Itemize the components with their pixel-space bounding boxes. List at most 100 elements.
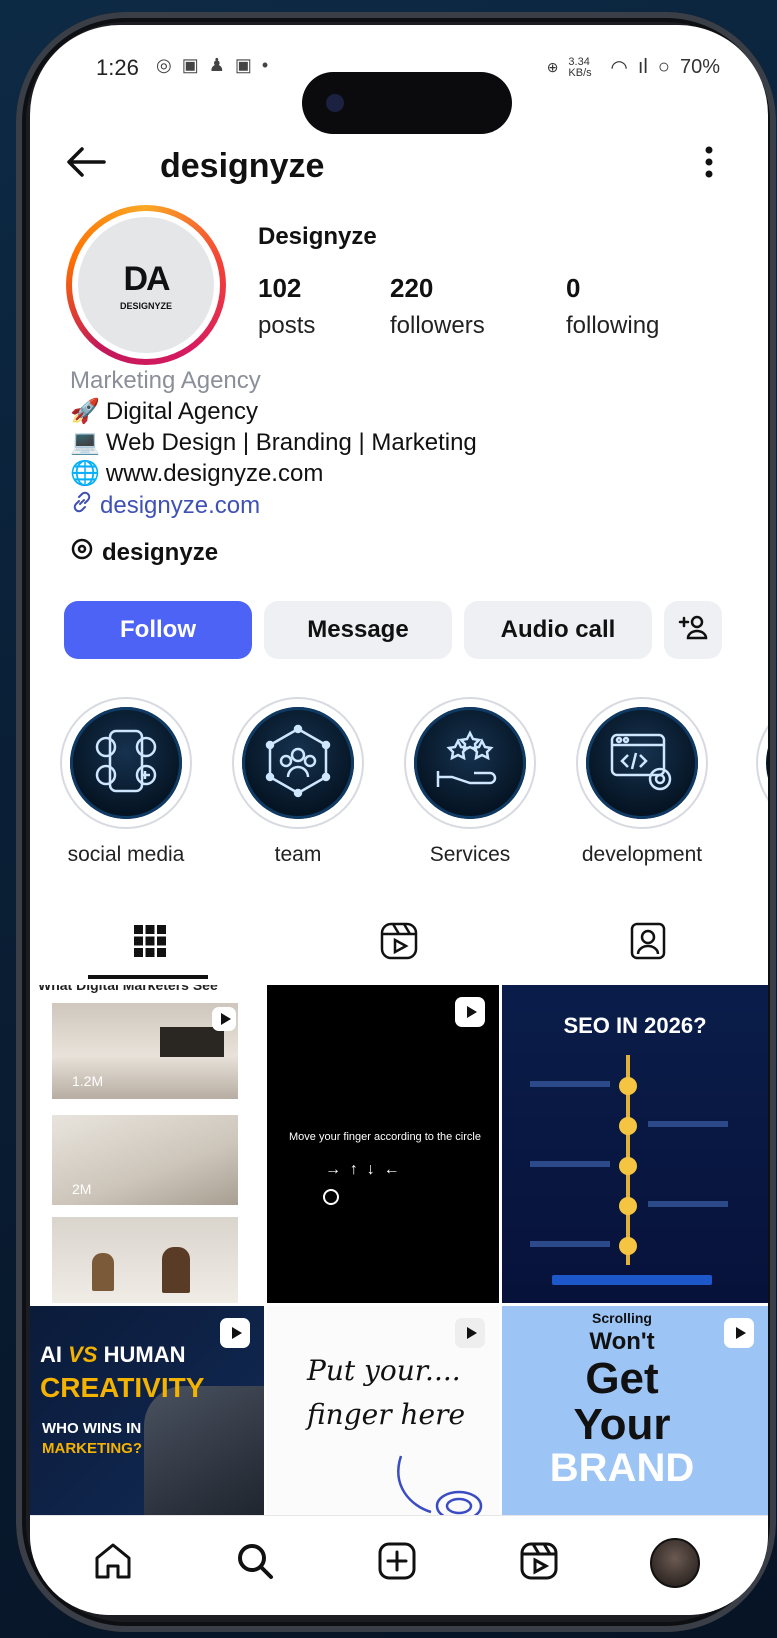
- reels-icon: [379, 921, 419, 966]
- highlight-team[interactable]: team: [232, 697, 364, 867]
- social-media-icon: [86, 721, 166, 806]
- profile-username: designyze: [160, 147, 325, 185]
- view-count: 1.2M: [72, 1073, 104, 1089]
- threads-icon: [70, 537, 94, 568]
- highlight-label: Services: [429, 843, 511, 866]
- brand-logo-mark: DA: [123, 259, 170, 298]
- back-arrow-icon[interactable]: [66, 145, 106, 188]
- tab-tagged[interactable]: [528, 903, 768, 983]
- more-options-icon[interactable]: [704, 145, 714, 188]
- post-caption: Move your finger according to the circle: [289, 1131, 481, 1143]
- bio-line: 💻 Web Design | Branding | Marketing: [70, 428, 730, 457]
- signal-icon: ıl: [637, 56, 648, 78]
- whatsapp-icon: ◎: [156, 55, 172, 75]
- bio-text: Digital Agency: [105, 397, 258, 425]
- post-tile[interactable]: Scrolling Won't Get Your BRAND: [502, 1306, 768, 1515]
- follow-button[interactable]: Follow: [64, 601, 252, 659]
- profile-tabs: [30, 903, 768, 983]
- posts-label: posts: [258, 312, 316, 339]
- services-icon: [430, 721, 510, 806]
- highlight-label: social media: [67, 843, 185, 866]
- post-tile[interactable]: What Digital Marketers See 1.2M 2M: [30, 985, 264, 1303]
- reel-badge-icon: [220, 1318, 250, 1348]
- nav-reels[interactable]: [514, 1538, 564, 1588]
- create-post-icon: [376, 1540, 418, 1587]
- add-person-icon: [678, 614, 708, 647]
- rocket-icon: 🚀: [70, 398, 100, 425]
- highlight-label: development: [581, 843, 703, 866]
- post-text: Scrolling: [592, 1310, 652, 1326]
- instagram-icon: ▣: [234, 55, 252, 75]
- battery-icon: ○: [657, 56, 670, 78]
- view-count: 2M: [72, 1181, 92, 1197]
- post-title: SEO IN 2026?: [563, 1013, 707, 1038]
- post-text: Your: [573, 1400, 671, 1449]
- circle-icon: [323, 1189, 339, 1205]
- reel-badge-icon: [455, 1318, 485, 1348]
- nav-create[interactable]: [372, 1538, 422, 1588]
- profile-avatar[interactable]: DA DESIGNYZE: [66, 205, 226, 365]
- following-stat[interactable]: 0 following: [566, 273, 659, 340]
- tagged-icon: [628, 921, 668, 966]
- post-text: finger here: [307, 1398, 466, 1431]
- highlight-services[interactable]: Services: [404, 697, 536, 867]
- profile-avatar-icon: [650, 1538, 700, 1588]
- profile-category: Marketing Agency: [70, 367, 261, 394]
- highlight-development[interactable]: development: [576, 697, 708, 867]
- followers-stat[interactable]: 220 followers: [390, 273, 485, 340]
- instagram-icon: ▣: [181, 55, 199, 75]
- profile-actions: Follow Message Audio call: [64, 601, 722, 659]
- bio-line: 🌐 www.designyze.com: [70, 459, 730, 488]
- post-text-vs: VS: [68, 1342, 98, 1367]
- post-text: Get: [585, 1354, 659, 1403]
- highlight-social-media[interactable]: social media: [60, 697, 192, 867]
- hotspot-icon: ⊕: [546, 59, 559, 75]
- dynamic-island: [302, 72, 512, 134]
- suggest-people-button[interactable]: [664, 601, 722, 659]
- system-icons: ⊕ 3.34 KB/s ◠ ıl ○ 70%: [547, 55, 720, 80]
- nav-profile[interactable]: [650, 1538, 700, 1588]
- battery-percent: 70%: [679, 56, 720, 78]
- development-icon: [602, 721, 682, 806]
- laptop-icon: 💻: [70, 429, 100, 456]
- bio-line: 🚀 Digital Agency: [70, 397, 730, 426]
- bottom-navigation: [30, 1515, 768, 1615]
- story-highlights: social media team Services development: [60, 697, 708, 867]
- followers-count: 220: [390, 273, 434, 303]
- post-tile[interactable]: AI VS HUMAN CREATIVITY WHO WINS IN MARKE…: [30, 1306, 264, 1515]
- post-tile[interactable]: Put your.... finger here: [267, 1306, 499, 1515]
- nav-search[interactable]: [230, 1538, 280, 1588]
- reel-badge-icon: [212, 1007, 236, 1031]
- post-tile[interactable]: SEO IN 2026?: [502, 985, 768, 1303]
- tab-reels[interactable]: [279, 903, 519, 983]
- profile-bio: Marketing Agency 🚀 Digital Agency 💻 Web …: [70, 367, 730, 521]
- threads-badge[interactable]: designyze: [70, 537, 218, 568]
- audio-call-button[interactable]: Audio call: [464, 601, 652, 659]
- post-tile[interactable]: Move your finger according to the circle…: [267, 985, 499, 1303]
- message-button[interactable]: Message: [264, 601, 452, 659]
- highlight-partial[interactable]: [756, 697, 768, 829]
- search-icon: [234, 1540, 276, 1587]
- home-icon: [92, 1540, 134, 1587]
- post-text: AI: [40, 1342, 69, 1367]
- profile-link-text[interactable]: designyze.com: [100, 492, 260, 520]
- tab-posts-grid[interactable]: [30, 903, 270, 983]
- post-header-text: What Digital Marketers See: [38, 985, 218, 993]
- post-text: MARKETING?: [42, 1440, 142, 1457]
- active-tab-indicator: [88, 975, 208, 979]
- post-text: HUMAN: [97, 1342, 186, 1367]
- reels-icon: [518, 1540, 560, 1587]
- post-text: Won't: [589, 1328, 655, 1355]
- profile-link[interactable]: designyze.com: [70, 490, 730, 521]
- post-text: BRAND: [549, 1446, 695, 1490]
- status-time: 1:26: [96, 55, 139, 80]
- threads-handle: designyze: [102, 538, 219, 566]
- display-name: Designyze: [258, 223, 377, 250]
- post-text: Put your....: [307, 1354, 461, 1387]
- posts-stat[interactable]: 102 posts: [258, 273, 315, 340]
- following-label: following: [566, 312, 660, 339]
- post-text: CREATIVITY: [40, 1372, 205, 1403]
- screen: 1:26 ◎ ▣ ♟ ▣ • ⊕ 3.34 KB/s ◠ ıl ○ 70% de…: [30, 25, 768, 1615]
- globe-icon: 🌐: [70, 460, 100, 487]
- nav-home[interactable]: [88, 1538, 138, 1588]
